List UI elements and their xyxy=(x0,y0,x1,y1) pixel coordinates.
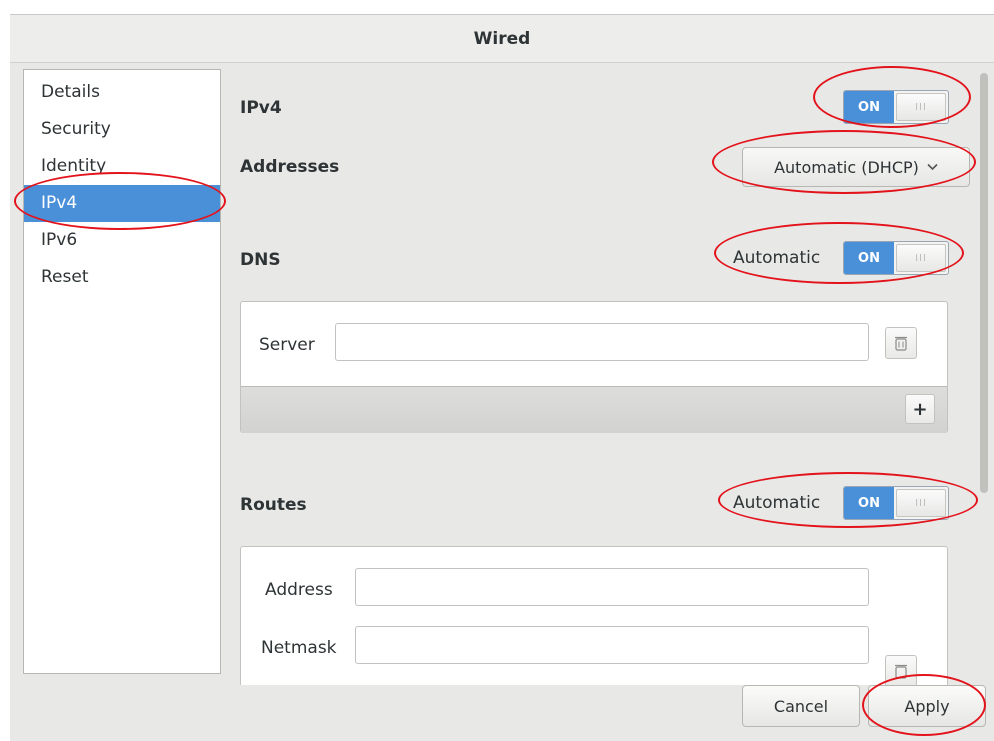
switch-on-text: ON xyxy=(844,487,894,519)
addresses-dropdown[interactable]: Automatic (DHCP) xyxy=(742,147,970,187)
routes-label: Routes xyxy=(240,495,307,515)
trash-icon xyxy=(895,664,907,679)
switch-on-text: ON xyxy=(844,242,894,274)
routes-list: Address Netmask xyxy=(240,546,948,685)
route-address-input[interactable] xyxy=(355,568,869,606)
addresses-label: Addresses xyxy=(240,157,340,177)
dns-server-list: Server + xyxy=(240,301,948,433)
dns-server-input[interactable] xyxy=(335,323,869,361)
sidebar-item-ipv4[interactable]: IPv4 xyxy=(24,185,220,222)
ipv4-switch[interactable]: ON III xyxy=(843,90,949,124)
delete-route-button[interactable] xyxy=(885,655,917,685)
dns-list-toolbar: + xyxy=(241,386,947,433)
sidebar-item-reset[interactable]: Reset xyxy=(24,259,220,296)
netmask-label: Netmask xyxy=(261,638,337,658)
trash-icon xyxy=(895,336,907,351)
server-label: Server xyxy=(259,335,315,355)
apply-button[interactable]: Apply xyxy=(868,685,986,727)
cancel-button[interactable]: Cancel xyxy=(742,685,860,727)
sidebar: Details Security Identity IPv4 IPv6 Rese… xyxy=(23,69,221,674)
dns-label: DNS xyxy=(240,250,281,270)
window-title: Wired xyxy=(10,15,994,63)
wired-dialog: Wired Details Security Identity IPv4 IPv… xyxy=(10,14,994,741)
ipv4-label: IPv4 xyxy=(240,98,282,118)
plus-icon: + xyxy=(912,398,928,420)
switch-knob: III xyxy=(896,244,946,272)
dns-automatic-switch[interactable]: ON III xyxy=(843,241,949,275)
addresses-selected-value: Automatic (DHCP) xyxy=(774,157,919,177)
scrollbar[interactable] xyxy=(980,73,988,493)
sidebar-item-identity[interactable]: Identity xyxy=(24,148,220,185)
sidebar-item-details[interactable]: Details xyxy=(24,74,220,111)
add-server-button[interactable]: + xyxy=(905,394,935,424)
switch-knob: III xyxy=(896,489,946,517)
chevron-down-icon xyxy=(927,163,938,171)
sidebar-item-ipv6[interactable]: IPv6 xyxy=(24,222,220,259)
routes-automatic-switch[interactable]: ON III xyxy=(843,486,949,520)
delete-server-button[interactable] xyxy=(885,327,917,359)
routes-automatic-label: Automatic xyxy=(733,493,821,513)
route-netmask-input[interactable] xyxy=(355,626,869,664)
dns-automatic-label: Automatic xyxy=(733,248,821,268)
address-label: Address xyxy=(265,580,333,600)
switch-knob: III xyxy=(896,93,946,121)
sidebar-item-security[interactable]: Security xyxy=(24,111,220,148)
switch-on-text: ON xyxy=(844,91,894,123)
ipv4-settings-panel: IPv4 ON III Addresses Automatic (DHCP) D… xyxy=(240,65,974,685)
